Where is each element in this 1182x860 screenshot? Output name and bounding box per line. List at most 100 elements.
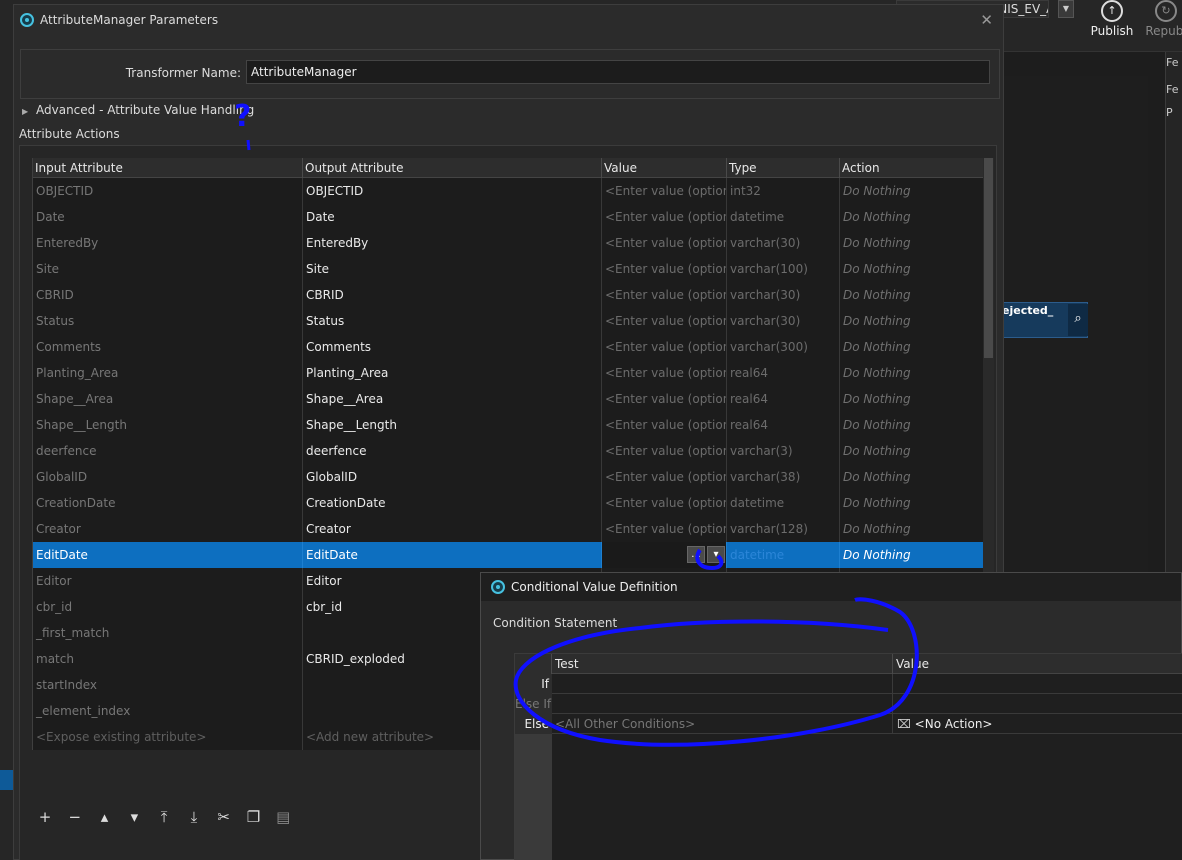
output-cell[interactable]: OBJECTID (303, 178, 602, 204)
output-cell[interactable]: EnteredBy (303, 230, 602, 256)
table-row[interactable]: Planting_Area Planting_Area <Enter value (… (33, 360, 985, 386)
value-cell[interactable] (893, 694, 1182, 714)
table-row[interactable]: CreationDate CreationDate <Enter value (op… (33, 490, 985, 516)
copy-icon[interactable]: ❐ (242, 808, 264, 826)
input-cell[interactable]: Shape__Length (33, 412, 303, 438)
input-cell[interactable]: deerfence (33, 438, 303, 464)
output-cell[interactable]: Planting_Area (303, 360, 602, 386)
right-tab-label-3[interactable]: P (1166, 106, 1182, 119)
remove-icon[interactable]: − (64, 808, 86, 826)
header-input-attribute[interactable]: Input Attribute (33, 158, 303, 178)
publish-button[interactable]: ↑ Publish (1090, 0, 1134, 52)
action-cell[interactable]: Do Nothing (840, 386, 985, 412)
value-cell[interactable] (893, 674, 1182, 694)
value-cell[interactable]: <Enter value (optional)> (602, 178, 727, 204)
type-cell[interactable]: varchar(100) (727, 256, 840, 282)
action-cell[interactable]: Do Nothing (840, 412, 985, 438)
input-cell[interactable]: Planting_Area (33, 360, 303, 386)
action-cell[interactable]: Do Nothing (840, 308, 985, 334)
move-up-icon[interactable]: ▴ (94, 808, 116, 826)
value-cell[interactable]: <Enter value (optional)> (602, 412, 727, 438)
table-row[interactable]: SiteSite<Enter value (optional)>varchar(… (33, 256, 985, 282)
transformer-name-input[interactable]: AttributeManager (246, 60, 990, 84)
input-cell[interactable]: Date (33, 204, 303, 230)
action-cell[interactable]: Do Nothing (840, 178, 985, 204)
input-cell[interactable]: Editor (33, 568, 303, 594)
output-cell[interactable]: CreationDate (303, 490, 602, 516)
ellipsis-button[interactable]: ... (687, 546, 705, 563)
close-icon[interactable]: ✕ (980, 11, 993, 29)
condition-row-else-if[interactable]: Else If (515, 694, 1182, 714)
output-cell[interactable]: Shape__Length (303, 412, 602, 438)
action-cell[interactable]: Do Nothing (840, 360, 985, 386)
input-cell[interactable]: EnteredBy (33, 230, 303, 256)
value-cell[interactable]: <Enter value (optional)> (602, 464, 727, 490)
table-row[interactable]: CBRIDCBRID<Enter value (optional)>varcha… (33, 282, 985, 308)
table-row[interactable]: EditDate EditDate datetime Do Nothing... ▾ (33, 542, 985, 568)
type-cell[interactable]: datetime (727, 542, 840, 568)
scrollbar-thumb[interactable] (984, 158, 993, 358)
right-tab-label-2[interactable]: Fe (1166, 83, 1182, 96)
type-cell[interactable]: varchar(38) (727, 464, 840, 490)
dialog-titlebar[interactable]: AttributeManager Parameters ✕ (14, 5, 1003, 35)
value-cell[interactable]: <Enter value (optional)> (602, 516, 727, 542)
table-row[interactable]: OBJECTIDOBJECTID<Enter value (optional)>… (33, 178, 985, 204)
test-cell[interactable] (552, 674, 893, 694)
value-cell[interactable]: <Enter value (optional)> (602, 360, 727, 386)
input-cell[interactable]: _element_index (33, 698, 303, 724)
value-cell[interactable]: <Enter value (optional)> (602, 438, 727, 464)
table-row[interactable]: StatusStatus<Enter value (optional)>varc… (33, 308, 985, 334)
conditional-titlebar[interactable]: Conditional Value Definition (481, 573, 1181, 601)
table-row[interactable]: EnteredByEnteredBy<Enter value (optional… (33, 230, 985, 256)
input-cell[interactable]: startIndex (33, 672, 303, 698)
output-cell[interactable]: Shape__Area (303, 386, 602, 412)
action-cell[interactable]: Do Nothing (840, 256, 985, 282)
type-cell[interactable]: real64 (727, 360, 840, 386)
output-cell[interactable]: GlobalID (303, 464, 602, 490)
value-cell[interactable]: <Enter value (optional)> (602, 334, 727, 360)
add-icon[interactable]: + (34, 808, 56, 826)
action-cell[interactable]: Do Nothing (840, 230, 985, 256)
condition-row-if[interactable]: If (515, 674, 1182, 694)
paste-icon[interactable]: ▤ (272, 808, 294, 826)
republish-button[interactable]: ↻ Republ (1144, 0, 1182, 52)
search-icon[interactable]: ⌕ (1068, 304, 1088, 336)
input-cell[interactable]: OBJECTID (33, 178, 303, 204)
action-cell[interactable]: Do Nothing (840, 204, 985, 230)
header-type[interactable]: Type (727, 158, 840, 178)
value-cell[interactable]: <Enter value (optional)> (602, 230, 727, 256)
table-row[interactable]: CreatorCreator<Enter value (optional)>va… (33, 516, 985, 542)
chevron-down-icon[interactable]: ▼ (1058, 0, 1074, 18)
table-row[interactable]: Shape__Area Shape__Area <Enter value (opti… (33, 386, 985, 412)
value-cell[interactable]: <Enter value (optional)> (602, 386, 727, 412)
header-test[interactable]: Test (552, 654, 893, 674)
type-cell[interactable]: real64 (727, 412, 840, 438)
value-cell[interactable]: ⌧ <No Action> (893, 714, 1182, 734)
move-top-icon[interactable]: ⤒ (153, 808, 175, 826)
advanced-section-toggle[interactable]: ▶ Advanced - Attribute Value Handling (22, 103, 254, 117)
output-cell[interactable]: Status (303, 308, 602, 334)
input-cell[interactable]: CBRID (33, 282, 303, 308)
action-cell[interactable]: Do Nothing (840, 516, 985, 542)
output-cell[interactable]: CBRID (303, 282, 602, 308)
type-cell[interactable]: varchar(30) (727, 308, 840, 334)
type-cell[interactable]: real64 (727, 386, 840, 412)
input-cell[interactable]: EditDate (33, 542, 303, 568)
output-cell[interactable]: Creator (303, 516, 602, 542)
input-cell[interactable]: match (33, 646, 303, 672)
table-row[interactable]: GlobalIDGlobalID<Enter value (optional)>… (33, 464, 985, 490)
header-action[interactable]: Action (840, 158, 985, 178)
input-cell[interactable]: Comments (33, 334, 303, 360)
input-cell[interactable]: Site (33, 256, 303, 282)
action-cell[interactable]: Do Nothing (840, 282, 985, 308)
output-cell[interactable]: deerfence (303, 438, 602, 464)
action-cell[interactable]: Do Nothing (840, 334, 985, 360)
type-cell[interactable]: varchar(3) (727, 438, 840, 464)
type-cell[interactable]: datetime (727, 490, 840, 516)
input-cell[interactable]: Creator (33, 516, 303, 542)
input-cell[interactable]: GlobalID (33, 464, 303, 490)
input-cell[interactable]: Shape__Area (33, 386, 303, 412)
type-cell[interactable]: int32 (727, 178, 840, 204)
output-cell[interactable]: Date (303, 204, 602, 230)
test-cell[interactable]: <All Other Conditions> (552, 714, 893, 734)
